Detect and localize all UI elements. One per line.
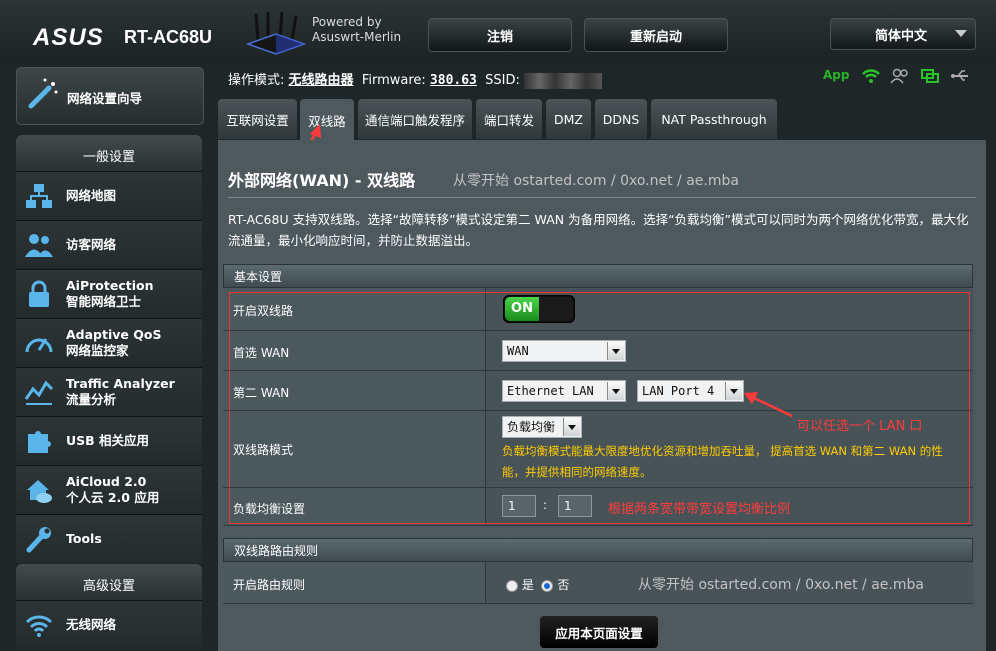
annotation-ratio-note: 根据两条宽带带宽设置均衡比例 — [608, 502, 791, 517]
annotation-lan-note: 可以任选一个 LAN 口 — [797, 419, 923, 434]
chevron-down-icon — [607, 382, 624, 400]
top-header: ASUS RT-AC68U Powered by Asuswrt-Merlin … — [0, 0, 996, 62]
row-primary-wan: 首选 WAN WAN — [223, 331, 973, 371]
chevron-down-icon — [607, 342, 624, 360]
powered-by: Powered by Asuswrt-Merlin — [312, 15, 402, 44]
row-secondary-wan: 第二 WAN Ethernet LAN LAN Port 4 — [223, 371, 973, 411]
general-settings-title: 一般设置 — [16, 135, 202, 171]
advanced-settings-title: 高级设置 — [16, 564, 202, 600]
tab-ddns[interactable]: DDNS — [595, 99, 647, 139]
magic-wand-icon — [28, 78, 58, 109]
monitor-icon[interactable] — [920, 68, 940, 84]
sidebar-item-tools[interactable]: Tools — [16, 514, 202, 563]
ssid-masked — [523, 72, 602, 89]
tab-internet[interactable]: 互联网设置 — [218, 99, 297, 139]
wifi-icon — [25, 615, 53, 637]
dual-wan-mode-select[interactable]: 负载均衡 — [502, 416, 582, 438]
advanced-settings-menu: 高级设置 无线网络 — [16, 564, 202, 649]
annotation-arrow-lan — [744, 392, 793, 418]
mode-hint: 负载均衡模式能最大限度地优化资源和增加吞吐量， 提高首选 WAN 和第二 WAN… — [502, 444, 943, 479]
chevron-down-icon — [563, 418, 580, 436]
dual-wan-toggle[interactable]: ON — [503, 295, 575, 323]
sidebar-item-traffic-analyzer[interactable]: Traffic Analyzer 流量分析 — [16, 367, 202, 416]
row-enable-dual-wan: 开启双线路 ON — [223, 288, 973, 331]
guest-network-icon — [25, 234, 53, 257]
chart-icon — [24, 380, 54, 405]
router-icon — [246, 11, 306, 55]
language-select[interactable]: 简体中文 — [830, 18, 976, 50]
sidebar-item-usb[interactable]: USB 相关应用 — [16, 416, 202, 465]
sidebar-item-guest-network[interactable]: 访客网络 — [16, 220, 202, 269]
network-setup-wizard-button[interactable]: 网络设置向导 — [16, 67, 204, 125]
operation-mode-link[interactable]: 无线路由器 — [289, 73, 354, 88]
sidebar-item-adaptive-qos[interactable]: Adaptive QoS 网络监控家 — [16, 318, 202, 367]
ratio-secondary-input[interactable]: 1 — [558, 495, 592, 517]
chevron-down-icon — [955, 30, 967, 37]
page-title: 外部网络(WAN) - 双线路 — [228, 171, 416, 190]
logout-button[interactable]: 注销 — [428, 18, 572, 52]
tab-dmz[interactable]: DMZ — [546, 99, 591, 139]
row-load-balance-ratio: 负载均衡设置 1 : 1 根据两条宽带带宽设置均衡比例 — [223, 488, 973, 526]
speedometer-icon — [25, 338, 53, 353]
tab-nat-passthrough[interactable]: NAT Passthrough — [651, 99, 777, 139]
asus-logo: ASUS — [33, 24, 104, 51]
primary-wan-select[interactable]: WAN — [502, 340, 626, 362]
wrench-icon — [26, 527, 51, 553]
app-link[interactable]: App — [823, 68, 849, 82]
ratio-primary-input[interactable]: 1 — [502, 495, 536, 517]
routing-yes-radio[interactable] — [506, 579, 518, 592]
sidebar-item-aicloud[interactable]: AiCloud 2.0 个人云 2.0 应用 — [16, 465, 202, 514]
routing-rules-header: 双线路路由规则 — [223, 538, 973, 562]
sidebar-item-network-map[interactable]: 网络地图 — [16, 171, 202, 220]
firmware-link[interactable]: 380.63 — [430, 73, 477, 88]
clients-icon[interactable] — [890, 68, 910, 84]
main-content: 外部网络(WAN) - 双线路 从零开始 ostarted.com / 0xo.… — [218, 140, 986, 651]
row-enable-routing-rules: 开启路由规则 是 否 从零开始 ostarted.com / 0xo.net /… — [223, 562, 973, 604]
status-line: 操作模式: 无线路由器 Firmware: 380.63 SSID: — [228, 69, 602, 89]
basic-settings-header: 基本设置 — [223, 264, 973, 288]
wifi-status-icon[interactable] — [862, 68, 880, 84]
watermark-text-2: 从零开始 ostarted.com / 0xo.net / ae.mba — [638, 577, 924, 593]
router-model: RT-AC68U — [124, 27, 213, 47]
cloud-house-icon — [27, 480, 52, 503]
puzzle-icon — [28, 431, 51, 453]
lock-icon — [29, 280, 49, 307]
secondary-lan-port-select[interactable]: LAN Port 4 — [637, 380, 744, 402]
watermark-text: 从零开始 ostarted.com / 0xo.net / ae.mba — [453, 173, 739, 189]
usb-icon[interactable] — [950, 68, 970, 84]
general-settings-menu: 一般设置 网络地图 访客网络 AiProtection 智能网络卫士 Adapti… — [16, 135, 202, 563]
routing-no-radio[interactable] — [541, 579, 554, 592]
network-map-icon — [26, 184, 52, 208]
sidebar-item-aiprotection[interactable]: AiProtection 智能网络卫士 — [16, 269, 202, 318]
title-divider — [228, 197, 976, 198]
secondary-wan-select[interactable]: Ethernet LAN — [502, 380, 626, 402]
tab-port-forwarding[interactable]: 端口转发 — [476, 99, 542, 139]
page-description: RT-AC68U 支持双线路。选择“故障转移”模式设定第二 WAN 为备用网络。… — [228, 212, 969, 248]
sidebar-item-wireless[interactable]: 无线网络 — [16, 600, 202, 649]
apply-button[interactable]: 应用本页面设置 — [539, 615, 659, 649]
reboot-button[interactable]: 重新启动 — [584, 18, 728, 52]
tab-port-trigger[interactable]: 通信端口触发程序 — [358, 99, 472, 139]
